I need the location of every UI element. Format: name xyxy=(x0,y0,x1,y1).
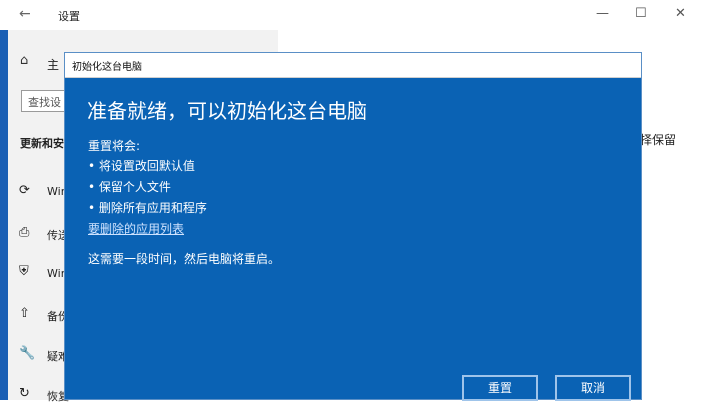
home-icon[interactable]: ⌂ xyxy=(20,53,28,68)
dialog-heading: 准备就绪，可以初始化这台电脑 xyxy=(87,99,367,123)
reset-pc-dialog: 初始化这台电脑 准备就绪，可以初始化这台电脑 重置将会: • 将设置改回默认值 … xyxy=(64,52,642,401)
close-icon[interactable]: ✕ xyxy=(675,6,686,21)
delivery-icon: ⎙ xyxy=(19,225,30,240)
app-list-link[interactable]: 要删除的应用列表 xyxy=(88,220,184,237)
settings-titlebar: ← 设置 — ☐ ✕ xyxy=(0,0,706,30)
list-item: • 将设置改回默认值 xyxy=(88,159,195,173)
dialog-intro: 重置将会: xyxy=(88,139,141,153)
recovery-icon: ↻ xyxy=(19,386,30,401)
sidebar-home-label[interactable]: 主 xyxy=(47,56,59,73)
bullet-text: 删除所有应用和程序 xyxy=(98,201,207,215)
sidebar-section-title: 更新和安 xyxy=(20,137,64,150)
window-title: 设置 xyxy=(58,10,80,23)
shield-icon: ⛨ xyxy=(19,264,29,279)
maximize-icon[interactable]: ☐ xyxy=(635,6,647,21)
dialog-title: 初始化这台电脑 xyxy=(72,62,142,73)
cancel-button[interactable]: 取消 xyxy=(555,375,631,401)
list-item: • 删除所有应用和程序 xyxy=(88,201,207,215)
backup-icon: ⇧ xyxy=(19,306,30,321)
bullet-text: 将设置改回默认值 xyxy=(98,159,195,173)
bullet-text: 保留个人文件 xyxy=(98,180,171,194)
wrench-icon: 🔧 xyxy=(19,346,36,361)
back-arrow-icon[interactable]: ← xyxy=(19,6,31,22)
sync-icon: ⟳ xyxy=(19,183,30,198)
dialog-titlebar: 初始化这台电脑 xyxy=(65,53,641,78)
reset-button[interactable]: 重置 xyxy=(462,375,538,401)
content-text-fragment: 择保留 xyxy=(640,133,677,147)
sidebar-accent-bar xyxy=(0,30,8,400)
dialog-note: 这需要一段时间，然后电脑将重启。 xyxy=(88,252,281,266)
minimize-icon[interactable]: — xyxy=(596,6,609,21)
list-item: • 保留个人文件 xyxy=(88,180,171,194)
